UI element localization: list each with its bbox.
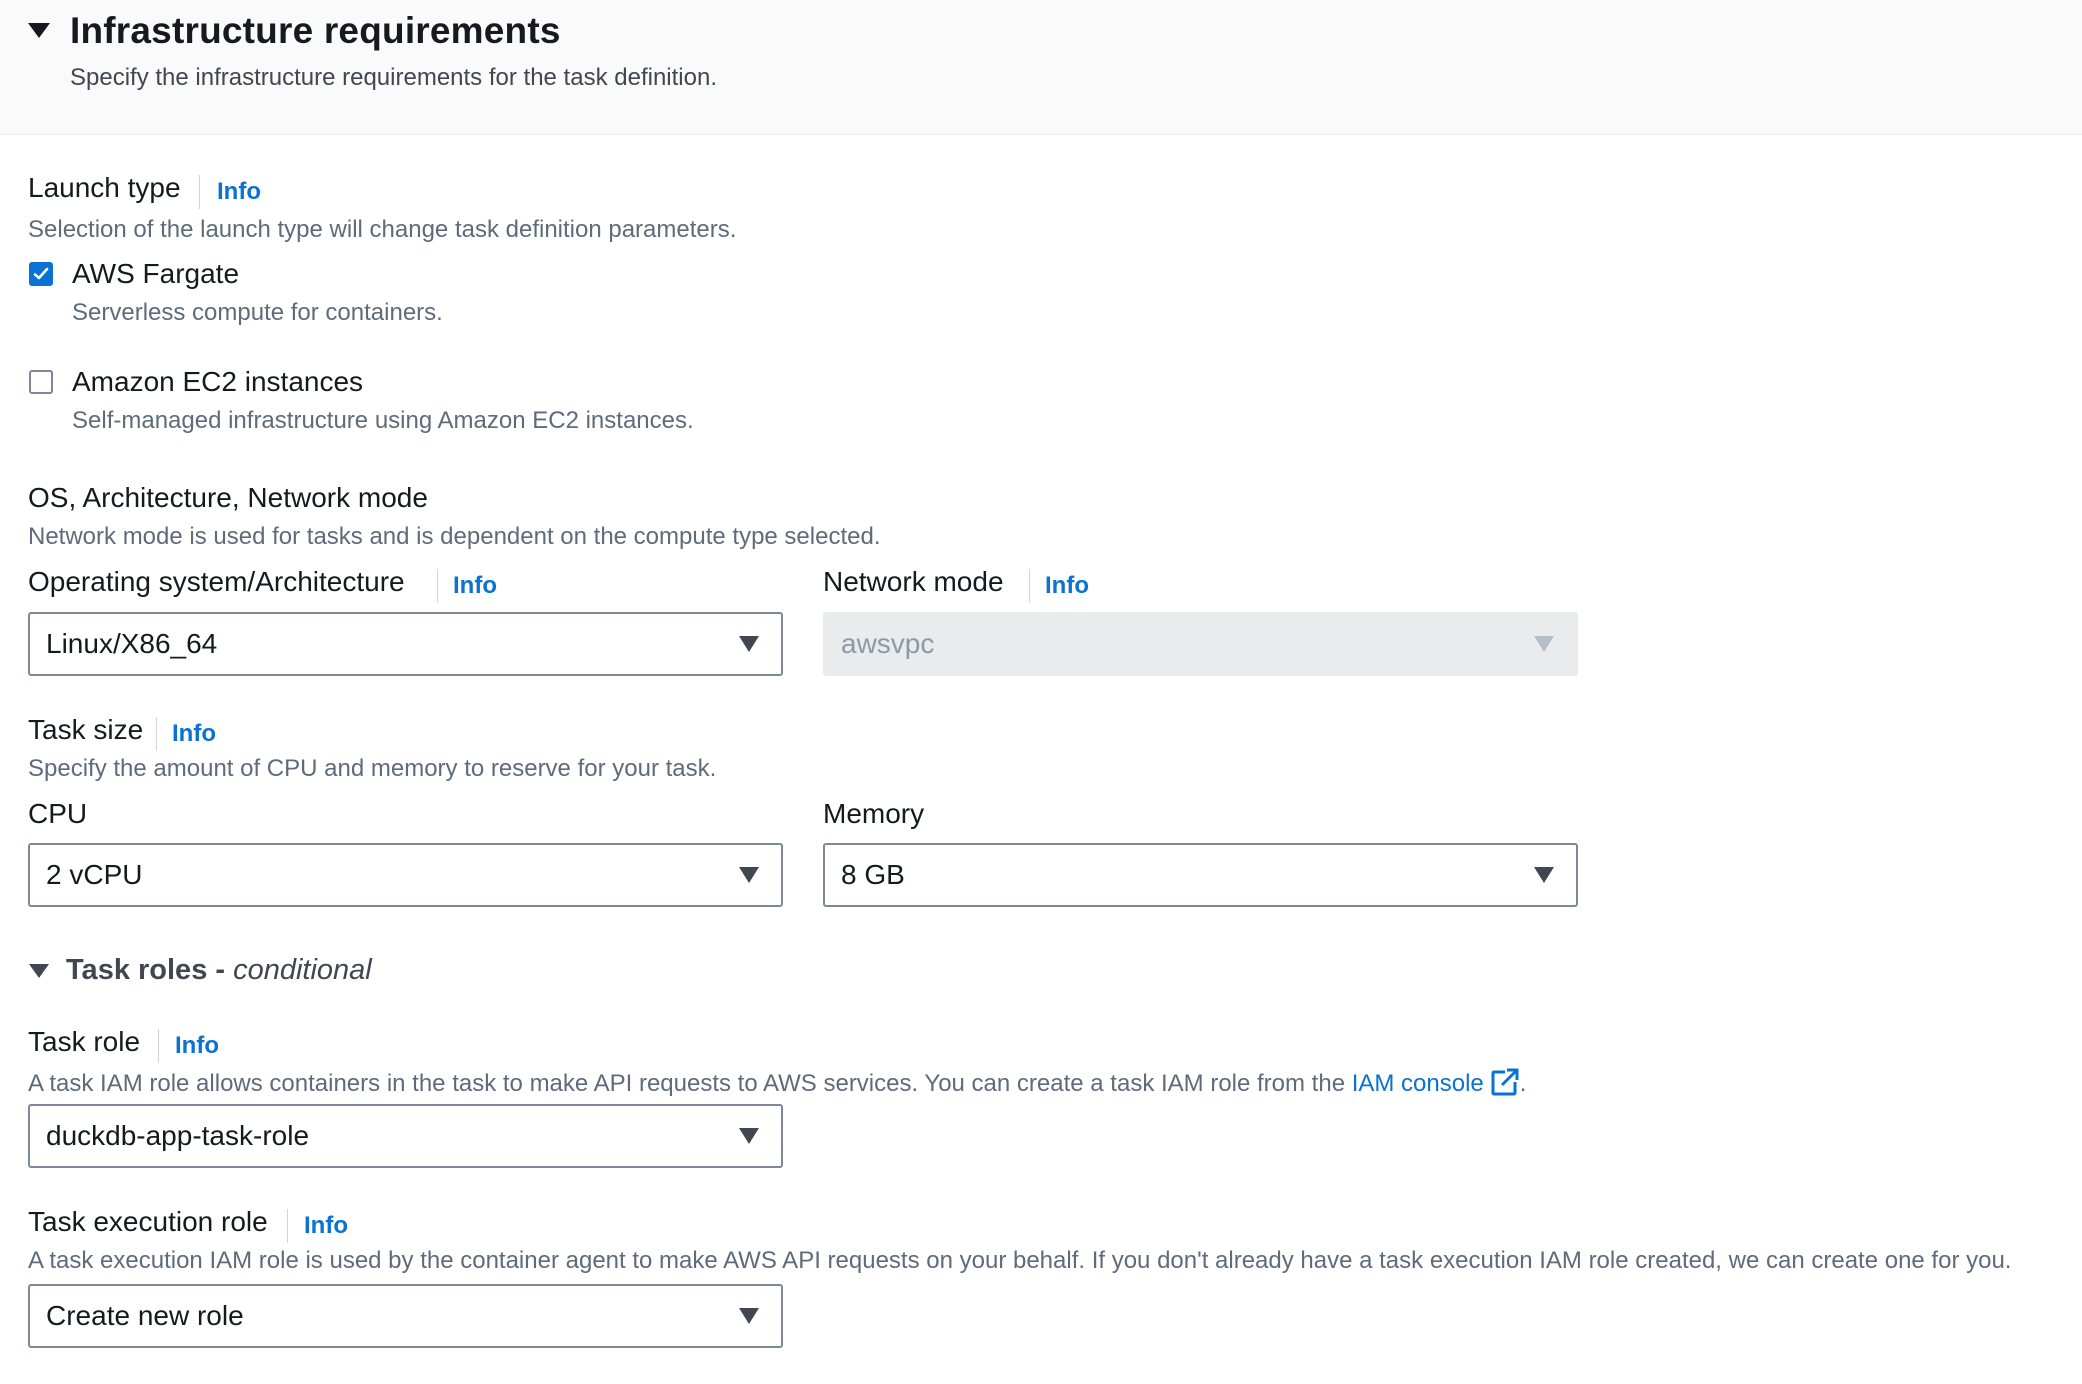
task-execution-role-label: Task execution role: [28, 1206, 268, 1237]
dropdown-arrow-icon: [1534, 636, 1554, 652]
task-role-label: Task role: [28, 1026, 141, 1057]
os-arch-network-label: OS, Architecture, Network mode: [28, 482, 428, 513]
task-role-select[interactable]: duckdb-app-task-role: [28, 1104, 783, 1168]
section-description: Specify the infrastructure requirements …: [70, 64, 717, 91]
iam-console-link[interactable]: IAM console: [1352, 1070, 1484, 1097]
network-mode-select-value: awsvpc: [841, 628, 935, 659]
memory-select-value: 8 GB: [841, 859, 905, 890]
network-mode-info-link[interactable]: Info: [1045, 572, 1089, 600]
os-arch-info-link[interactable]: Info: [453, 572, 497, 600]
ec2-option-description: Self-managed infrastructure using Amazon…: [72, 407, 694, 434]
network-mode-label: Network mode: [823, 566, 1004, 597]
cpu-label: CPU: [28, 798, 88, 829]
task-size-label: Task size: [28, 714, 144, 745]
task-execution-role-select-value: Create new role: [46, 1300, 244, 1331]
dropdown-arrow-icon: [739, 1308, 759, 1324]
section-title[interactable]: Infrastructure requirements: [70, 10, 561, 52]
task-roles-caret-icon[interactable]: [29, 964, 49, 978]
launch-type-info-link[interactable]: Info: [217, 178, 261, 206]
task-roles-title-suffix: conditional: [233, 954, 372, 986]
task-execution-role-description: A task execution IAM role is used by the…: [28, 1247, 2012, 1274]
divider: [287, 1209, 288, 1243]
divider: [158, 1029, 159, 1063]
task-role-select-value: duckdb-app-task-role: [46, 1120, 310, 1151]
cpu-select-value: 2 vCPU: [46, 859, 143, 890]
fargate-option-label[interactable]: AWS Fargate: [72, 258, 239, 290]
task-role-description-text: A task IAM role allows containers in the…: [28, 1070, 1352, 1097]
task-role-info-link[interactable]: Info: [175, 1032, 219, 1060]
network-mode-select: awsvpc: [823, 612, 1578, 676]
os-arch-select-value: Linux/X86_64: [46, 628, 218, 659]
divider: [156, 717, 157, 751]
task-size-info-link[interactable]: Info: [172, 720, 216, 748]
dropdown-arrow-icon: [739, 1128, 759, 1144]
cpu-select[interactable]: 2 vCPU: [28, 843, 783, 907]
task-size-description: Specify the amount of CPU and memory to …: [28, 755, 717, 782]
collapse-caret-icon[interactable]: [28, 23, 50, 38]
external-link-icon[interactable]: [1490, 1067, 1520, 1097]
ec2-option-label[interactable]: Amazon EC2 instances: [72, 366, 363, 398]
memory-select[interactable]: 8 GB: [823, 843, 1578, 907]
section-header: Infrastructure requirements Specify the …: [0, 0, 2082, 135]
infrastructure-requirements-page: Infrastructure requirements Specify the …: [0, 0, 2082, 1384]
launch-type-description: Selection of the launch type will change…: [28, 216, 737, 243]
task-execution-role-info-link[interactable]: Info: [304, 1212, 348, 1240]
task-roles-expander[interactable]: Task roles - conditional: [66, 954, 372, 987]
memory-label: Memory: [823, 798, 925, 829]
os-arch-network-description: Network mode is used for tasks and is de…: [28, 523, 881, 550]
task-role-description-end: .: [1519, 1070, 1527, 1097]
fargate-option-description: Serverless compute for containers.: [72, 299, 443, 326]
divider: [1029, 569, 1030, 603]
dropdown-arrow-icon: [739, 867, 759, 883]
os-arch-select[interactable]: Linux/X86_64: [28, 612, 783, 676]
task-role-description: A task IAM role allows containers in the…: [28, 1067, 1526, 1098]
task-roles-title: Task roles -: [66, 954, 234, 986]
checkmark-icon: [33, 267, 49, 280]
launch-type-label: Launch type: [28, 172, 181, 203]
os-arch-label: Operating system/Architecture: [28, 566, 405, 597]
fargate-checkbox[interactable]: [29, 262, 53, 286]
dropdown-arrow-icon: [1534, 867, 1554, 883]
divider: [199, 175, 200, 209]
dropdown-arrow-icon: [739, 636, 759, 652]
divider: [437, 569, 438, 603]
ec2-checkbox[interactable]: [29, 370, 53, 394]
task-execution-role-select[interactable]: Create new role: [28, 1284, 783, 1348]
